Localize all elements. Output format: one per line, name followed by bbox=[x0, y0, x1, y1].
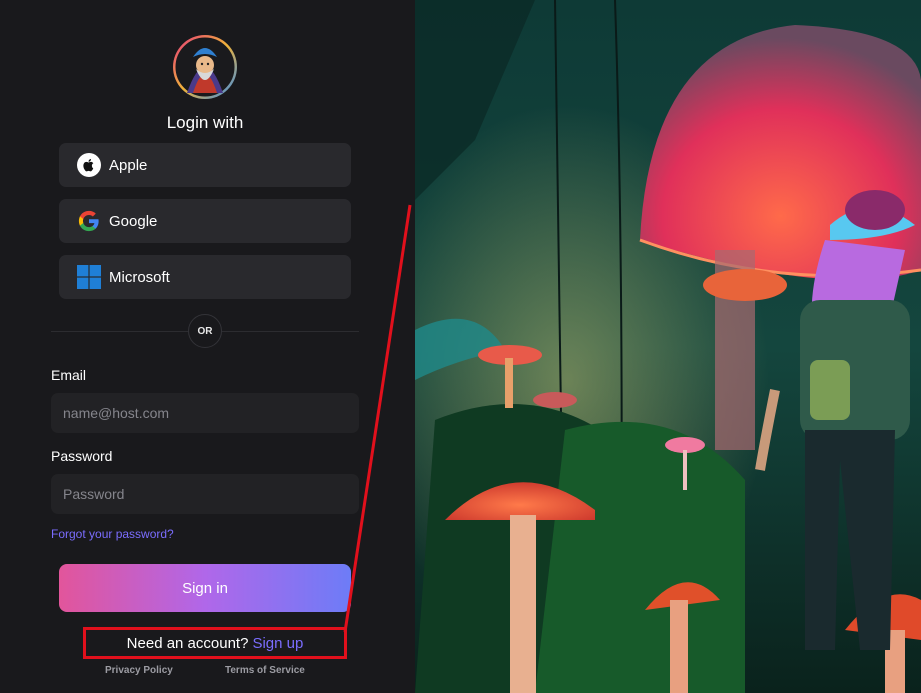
hero-image bbox=[415, 0, 921, 693]
app-logo bbox=[173, 35, 237, 99]
sign-up-link[interactable]: Sign up bbox=[252, 635, 303, 652]
microsoft-login-button[interactable]: Microsoft bbox=[59, 255, 351, 299]
apple-login-label: Apple bbox=[109, 156, 148, 174]
password-label: Password bbox=[51, 448, 113, 464]
login-title: Login with bbox=[166, 113, 244, 132]
email-field[interactable] bbox=[51, 393, 359, 433]
signup-prompt: Need an account? Sign up bbox=[83, 627, 347, 659]
terms-of-service-link[interactable]: Terms of Service bbox=[225, 665, 305, 676]
google-icon bbox=[77, 209, 101, 233]
email-label: Email bbox=[51, 367, 87, 383]
privacy-policy-link[interactable]: Privacy Policy bbox=[105, 665, 173, 676]
google-login-button[interactable]: Google bbox=[59, 199, 351, 243]
microsoft-login-label: Microsoft bbox=[109, 268, 170, 286]
or-divider-label: OR bbox=[188, 314, 222, 348]
login-panel: Login with Apple Google Microsoft OR Ema… bbox=[0, 0, 415, 693]
microsoft-icon bbox=[77, 265, 101, 289]
google-login-label: Google bbox=[109, 212, 158, 230]
forgot-password-link[interactable]: Forgot your password? bbox=[51, 527, 174, 541]
password-field[interactable] bbox=[51, 474, 359, 514]
need-account-text: Need an account? bbox=[126, 634, 249, 652]
apple-icon bbox=[77, 153, 101, 177]
apple-login-button[interactable]: Apple bbox=[59, 143, 351, 187]
sign-in-button[interactable]: Sign in bbox=[59, 564, 351, 612]
